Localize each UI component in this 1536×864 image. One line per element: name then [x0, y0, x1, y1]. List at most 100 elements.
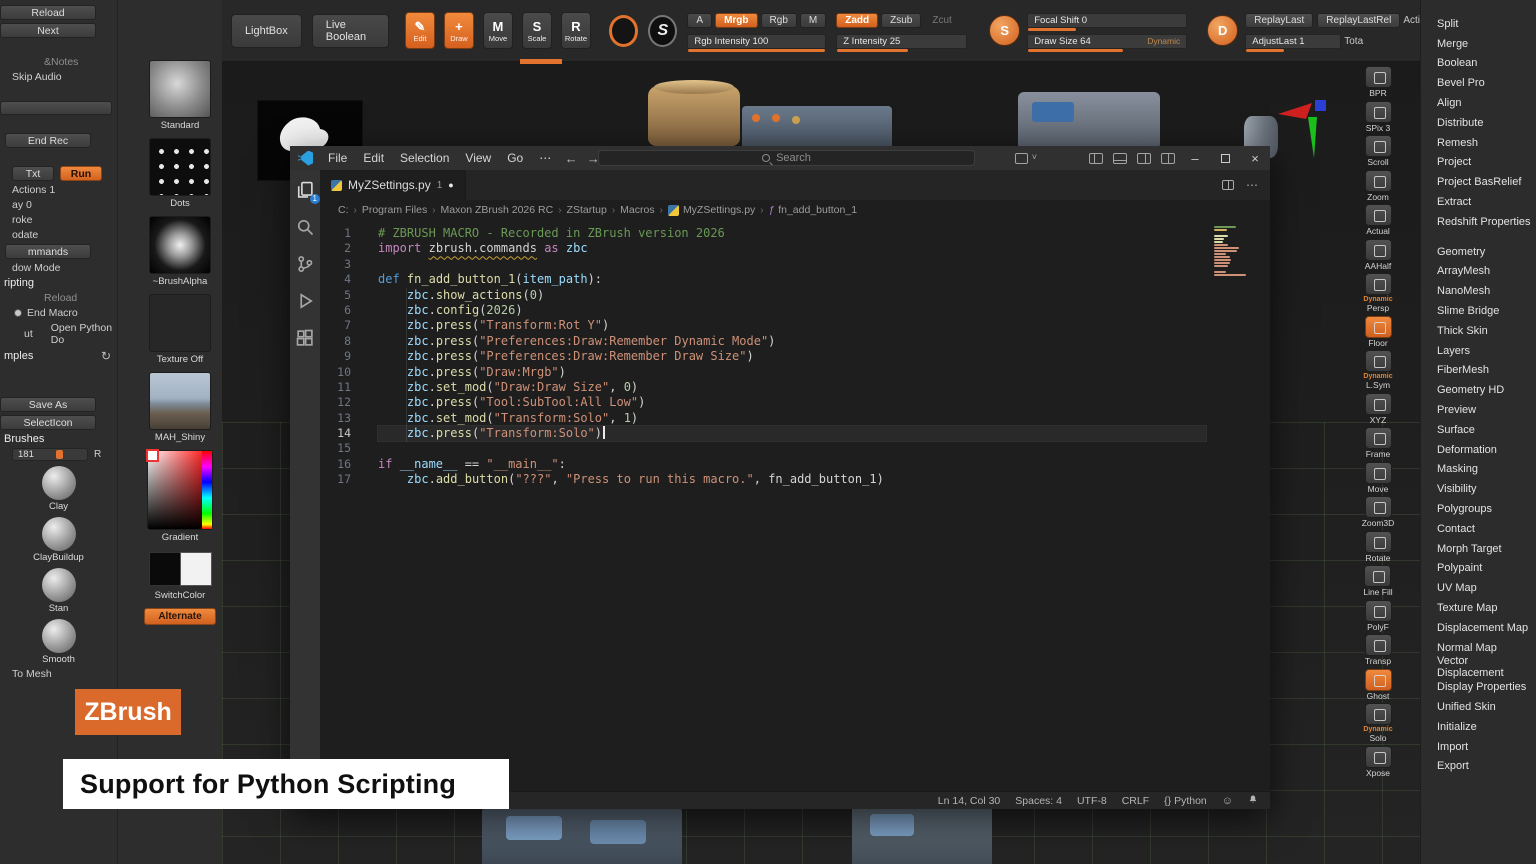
line-fill-icon[interactable] [1364, 565, 1391, 587]
menu-item-distribute[interactable]: Distribute [1437, 113, 1536, 133]
viewport-tool-spix-3[interactable]: SPix 3 [1365, 101, 1392, 133]
next-button[interactable]: Next [0, 23, 96, 38]
breadcrumb-macros[interactable]: Macros [620, 204, 654, 216]
maximize-button[interactable] [1210, 146, 1240, 170]
nav-back-icon[interactable]: ← [561, 151, 581, 166]
status-crlf[interactable]: CRLF [1122, 795, 1149, 807]
actual-icon[interactable] [1365, 204, 1392, 226]
status-utf-8[interactable]: UTF-8 [1077, 795, 1107, 807]
bell-icon[interactable] [1248, 794, 1258, 808]
paint-mode-rgb[interactable]: Rgb [761, 13, 797, 28]
code-line[interactable] [378, 441, 1206, 456]
code-line[interactable]: if __name__ == "__main__": [378, 457, 1206, 472]
menu-selection[interactable]: Selection [392, 151, 457, 165]
viewport-tool-line-fill[interactable]: Line Fill [1363, 565, 1392, 597]
menu-item-thick-skin[interactable]: Thick Skin [1437, 321, 1536, 341]
extensions-icon[interactable] [295, 328, 315, 348]
dots-thumbnail[interactable] [149, 138, 211, 196]
scroll-icon[interactable] [1365, 135, 1392, 157]
transp-icon[interactable] [1365, 634, 1392, 656]
code-line[interactable]: zbc.set_mod("Transform:Solo", 1) [378, 411, 1206, 426]
solo-icon[interactable] [1365, 703, 1392, 725]
breadcrumb-program-files[interactable]: Program Files [362, 204, 427, 216]
menu-item-vector-displacement[interactable]: Vector Displacement [1437, 658, 1536, 678]
menu-item-initialize[interactable]: Initialize [1437, 717, 1536, 737]
menu-view[interactable]: View [457, 151, 499, 165]
menu-edit[interactable]: Edit [355, 151, 392, 165]
more-actions-icon[interactable]: ⋯ [1246, 178, 1258, 192]
thumb-dots[interactable]: Dots [149, 138, 211, 209]
menu-file[interactable]: File [320, 151, 355, 165]
replay-icon[interactable]: D [1207, 15, 1238, 46]
search-view-icon[interactable] [295, 217, 315, 237]
viewport-tool-xyz[interactable]: XYZ [1365, 393, 1392, 425]
end-macro-button[interactable]: End Macro [0, 307, 117, 319]
viewport-tool-ghost[interactable]: Ghost [1365, 669, 1392, 701]
code-line[interactable]: zbc.press("Preferences:Draw:Remember Dyn… [378, 334, 1206, 349]
menu-go[interactable]: Go [499, 151, 531, 165]
code-line[interactable]: zbc.press("Transform:Rot Y") [378, 318, 1206, 333]
xpose-icon[interactable] [1365, 746, 1392, 768]
floor-icon[interactable] [1365, 316, 1392, 338]
thumb-alternate[interactable]: Alternate [144, 608, 216, 625]
sculpt-mode-zcut[interactable]: Zcut [924, 13, 959, 28]
viewport-tool-actual[interactable]: Actual [1365, 204, 1392, 236]
move-icon[interactable] [1365, 462, 1392, 484]
menu-item-geometry[interactable]: Geometry [1437, 242, 1536, 262]
draw-size-slider[interactable]: Draw Size 64Dynamic [1027, 34, 1187, 49]
live-boolean-button[interactable]: Live Boolean [312, 14, 389, 48]
menu-item-nanomesh[interactable]: NanoMesh [1437, 281, 1536, 301]
breadcrumb-myzsettings-py[interactable]: MyZSettings.py [668, 204, 755, 216]
rgb-intensity-slider[interactable]: Rgb Intensity 100 [687, 34, 826, 49]
menu-item-redshift-properties[interactable]: Redshift Properties [1437, 212, 1536, 232]
viewport-tool-solo[interactable]: DynamicSolo [1363, 703, 1392, 743]
breadcrumb-zstartup[interactable]: ZStartup [567, 204, 607, 216]
viewport-tool-scroll[interactable]: Scroll [1365, 135, 1392, 167]
viewport-tool-persp[interactable]: DynamicPersp [1363, 273, 1392, 313]
menu-item-surface[interactable]: Surface [1437, 420, 1536, 440]
alpha-thumbnail[interactable] [149, 216, 211, 274]
bpr-icon[interactable] [1365, 66, 1392, 88]
code-line[interactable] [378, 257, 1206, 272]
adjust-last-slider[interactable]: AdjustLast 1 [1245, 34, 1341, 49]
explorer-icon[interactable]: 1 [295, 180, 315, 200]
sculpt-mode-zsub[interactable]: Zsub [881, 13, 921, 28]
viewport-tool-move[interactable]: Move [1365, 462, 1392, 494]
brush-stan[interactable]: Stan [0, 568, 117, 614]
editor-layout-icon[interactable] [1161, 153, 1175, 164]
viewport-tool-aahalf[interactable]: AAHalf [1365, 239, 1392, 271]
end-rec-button[interactable]: End Rec [5, 133, 91, 148]
paint-mode-mrgb[interactable]: Mrgb [715, 13, 757, 28]
toggle-panel-icon[interactable] [1113, 153, 1127, 164]
split-editor-icon[interactable] [1222, 180, 1234, 190]
viewport-tool-zoom[interactable]: Zoom [1365, 170, 1392, 202]
code-line[interactable]: zbc.show_actions(0) [378, 288, 1206, 303]
frame-icon[interactable] [1365, 427, 1392, 449]
code-line[interactable]: zbc.set_mod("Draw:Draw Size", 0) [378, 380, 1206, 395]
slider-handle[interactable] [56, 450, 63, 459]
editor-code[interactable]: # ZBRUSH MACRO - Recorded in ZBrush vers… [378, 226, 1206, 488]
menu-item-remesh[interactable]: Remesh [1437, 133, 1536, 153]
brush-clay[interactable]: Clay [0, 466, 117, 512]
panel-button[interactable] [0, 101, 112, 115]
viewport-tool-xpose[interactable]: Xpose [1365, 746, 1392, 778]
spix-3-icon[interactable] [1365, 101, 1392, 123]
menu-item-contact[interactable]: Contact [1437, 519, 1536, 539]
menu-item-unified-skin[interactable]: Unified Skin [1437, 697, 1536, 717]
paint-mode-m[interactable]: M [800, 13, 826, 28]
menu-item-layers[interactable]: Layers [1437, 341, 1536, 361]
breadcrumb-fn-add-button-1[interactable]: ƒfn_add_button_1 [769, 204, 857, 216]
menu-item-slime-bridge[interactable]: Slime Bridge [1437, 301, 1536, 321]
viewport-tool-polyf[interactable]: PolyF [1365, 600, 1392, 632]
persp-icon[interactable] [1365, 273, 1392, 295]
code-line[interactable]: zbc.add_button("???", "Press to run this… [378, 472, 1206, 487]
code-line[interactable]: zbc.press("Preferences:Draw:Remember Dra… [378, 349, 1206, 364]
run-debug-icon[interactable] [295, 291, 315, 311]
source-control-icon[interactable] [295, 254, 315, 274]
lightbox-button[interactable]: LightBox [231, 14, 302, 48]
menu-item-project-basrelief[interactable]: Project BasRelief [1437, 172, 1536, 192]
draw-tool-button[interactable]: +Draw [444, 12, 474, 49]
sculpt-mode-zadd[interactable]: Zadd [836, 13, 878, 28]
menu-item-visibility[interactable]: Visibility [1437, 479, 1536, 499]
menu-item-texture-map[interactable]: Texture Map [1437, 598, 1536, 618]
